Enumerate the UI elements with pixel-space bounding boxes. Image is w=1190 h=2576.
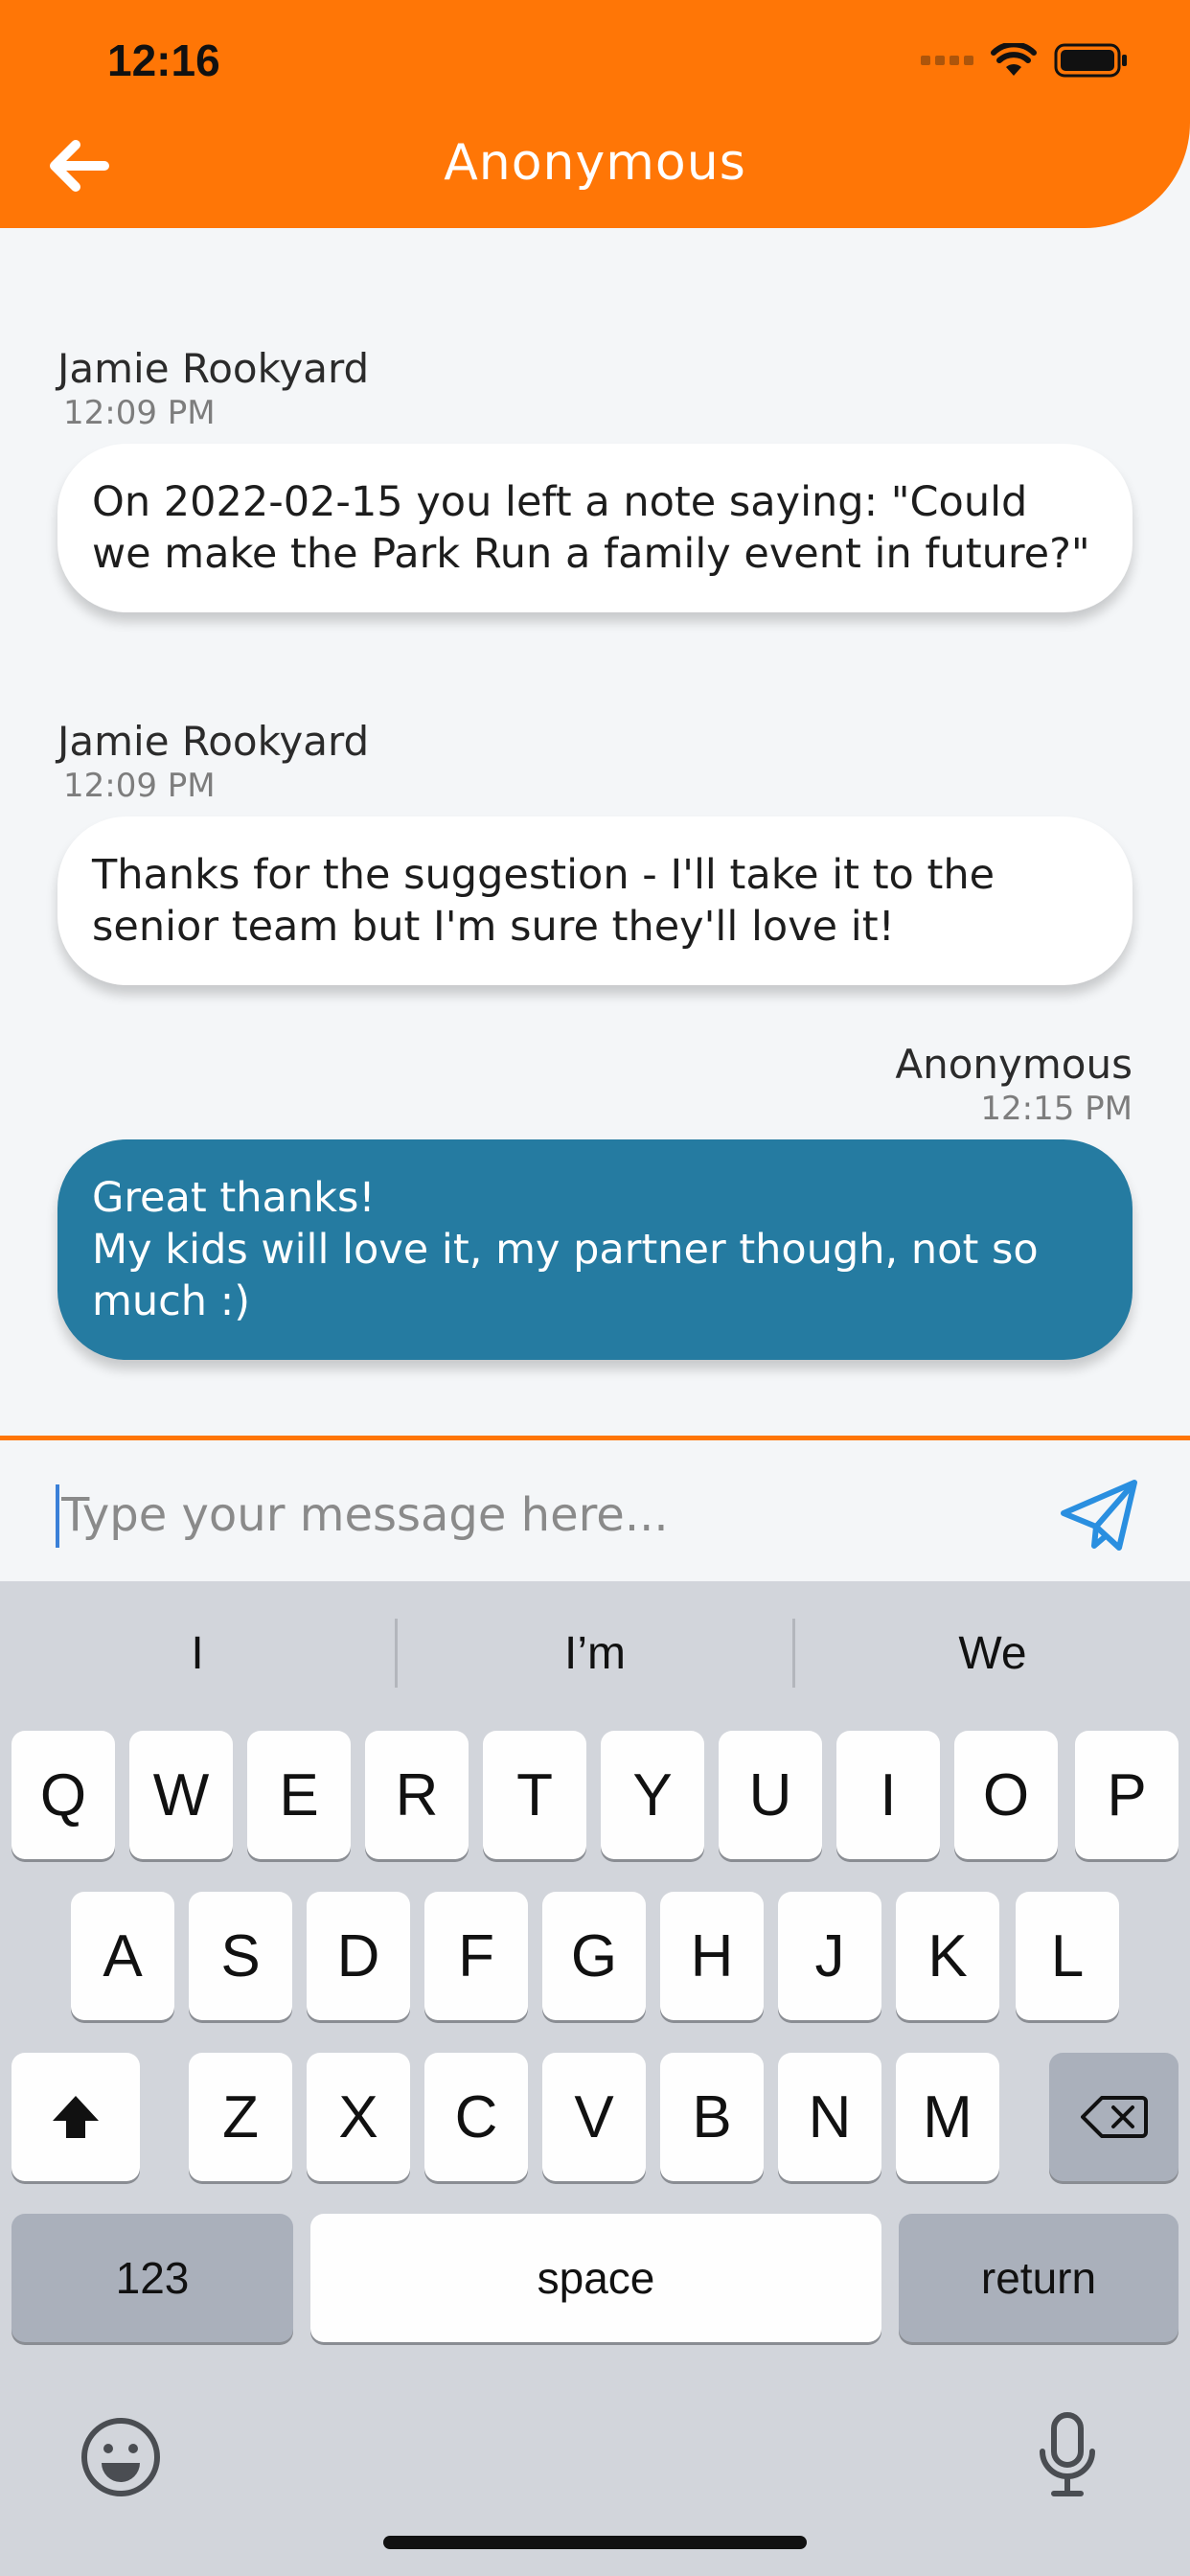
onscreen-keyboard: I I’m We Q W E R T Y U I O P A S D F G H… <box>0 1581 1190 2576</box>
microphone-icon <box>1040 2412 1095 2496</box>
key-o[interactable]: O <box>954 1731 1058 1859</box>
text-caret <box>56 1484 59 1548</box>
key-a[interactable]: A <box>71 1892 174 2020</box>
key-m[interactable]: M <box>896 2053 999 2181</box>
battery-icon <box>1054 43 1127 78</box>
status-icons <box>921 42 1129 79</box>
key-i[interactable]: I <box>836 1731 940 1859</box>
cellular-signal-icon <box>921 56 973 65</box>
key-k[interactable]: K <box>896 1892 999 2020</box>
suggestion-item[interactable]: We <box>795 1627 1190 1680</box>
message-bubble: Great thanks! My kids will love it, my p… <box>57 1139 1133 1360</box>
message-sender: Anonymous <box>895 1041 1133 1088</box>
send-icon <box>1061 1480 1137 1551</box>
return-key[interactable]: return <box>899 2214 1179 2342</box>
message-sender: Jamie Rookyard <box>57 345 370 392</box>
message-incoming: Jamie Rookyard 12:09 PM Thanks for the s… <box>57 718 1133 985</box>
emoji-icon <box>81 2418 160 2496</box>
message-input[interactable] <box>61 1469 1000 1561</box>
key-z[interactable]: Z <box>189 2053 292 2181</box>
message-time: 12:15 PM <box>980 1090 1133 1128</box>
key-s[interactable]: S <box>189 1892 292 2020</box>
shift-key[interactable] <box>11 2053 140 2181</box>
key-g[interactable]: G <box>542 1892 646 2020</box>
message-bubble: Thanks for the suggestion - I'll take it… <box>57 816 1133 985</box>
space-key[interactable]: space <box>310 2214 881 2342</box>
key-q[interactable]: Q <box>11 1731 115 1859</box>
message-time: 12:09 PM <box>63 767 216 805</box>
key-h[interactable]: H <box>660 1892 764 2020</box>
message-composer <box>0 1436 1190 1581</box>
key-c[interactable]: C <box>424 2053 528 2181</box>
key-f[interactable]: F <box>424 1892 528 2020</box>
key-t[interactable]: T <box>483 1731 586 1859</box>
key-n[interactable]: N <box>778 2053 881 2181</box>
numbers-key[interactable]: 123 <box>11 2214 293 2342</box>
suggestion-item[interactable]: I <box>0 1627 395 1680</box>
key-r[interactable]: R <box>365 1731 469 1859</box>
suggestion-bar: I I’m We <box>0 1581 1190 1725</box>
shift-icon <box>53 2096 99 2138</box>
page-title: Anonymous <box>444 134 746 192</box>
key-e[interactable]: E <box>247 1731 351 1859</box>
key-d[interactable]: D <box>307 1892 410 2020</box>
message-time: 12:09 PM <box>63 394 216 432</box>
wifi-icon <box>991 43 1037 76</box>
dictation-button[interactable] <box>1037 2411 1098 2501</box>
key-x[interactable]: X <box>307 2053 410 2181</box>
status-time: 12:16 <box>107 35 220 85</box>
app-header: 12:16 Anonymous <box>0 0 1190 228</box>
message-bubble: On 2022-02-15 you left a note saying: "C… <box>57 444 1133 612</box>
key-y[interactable]: Y <box>601 1731 704 1859</box>
key-p[interactable]: P <box>1075 1731 1179 1859</box>
key-v[interactable]: V <box>542 2053 646 2181</box>
message-incoming: Jamie Rookyard 12:09 PM On 2022-02-15 yo… <box>57 345 1133 612</box>
backspace-icon <box>1080 2096 1148 2138</box>
key-u[interactable]: U <box>719 1731 822 1859</box>
home-indicator[interactable] <box>383 2536 807 2549</box>
key-l[interactable]: L <box>1016 1892 1119 2020</box>
suggestion-item[interactable]: I’m <box>398 1627 792 1680</box>
key-j[interactable]: J <box>778 1892 881 2020</box>
send-button[interactable] <box>1058 1477 1140 1555</box>
emoji-button[interactable] <box>80 2417 161 2501</box>
backspace-key[interactable] <box>1049 2053 1179 2181</box>
message-outgoing: Anonymous 12:15 PM Great thanks! My kids… <box>57 1041 1133 1360</box>
key-b[interactable]: B <box>660 2053 764 2181</box>
message-sender: Jamie Rookyard <box>57 718 370 765</box>
key-w[interactable]: W <box>129 1731 233 1859</box>
